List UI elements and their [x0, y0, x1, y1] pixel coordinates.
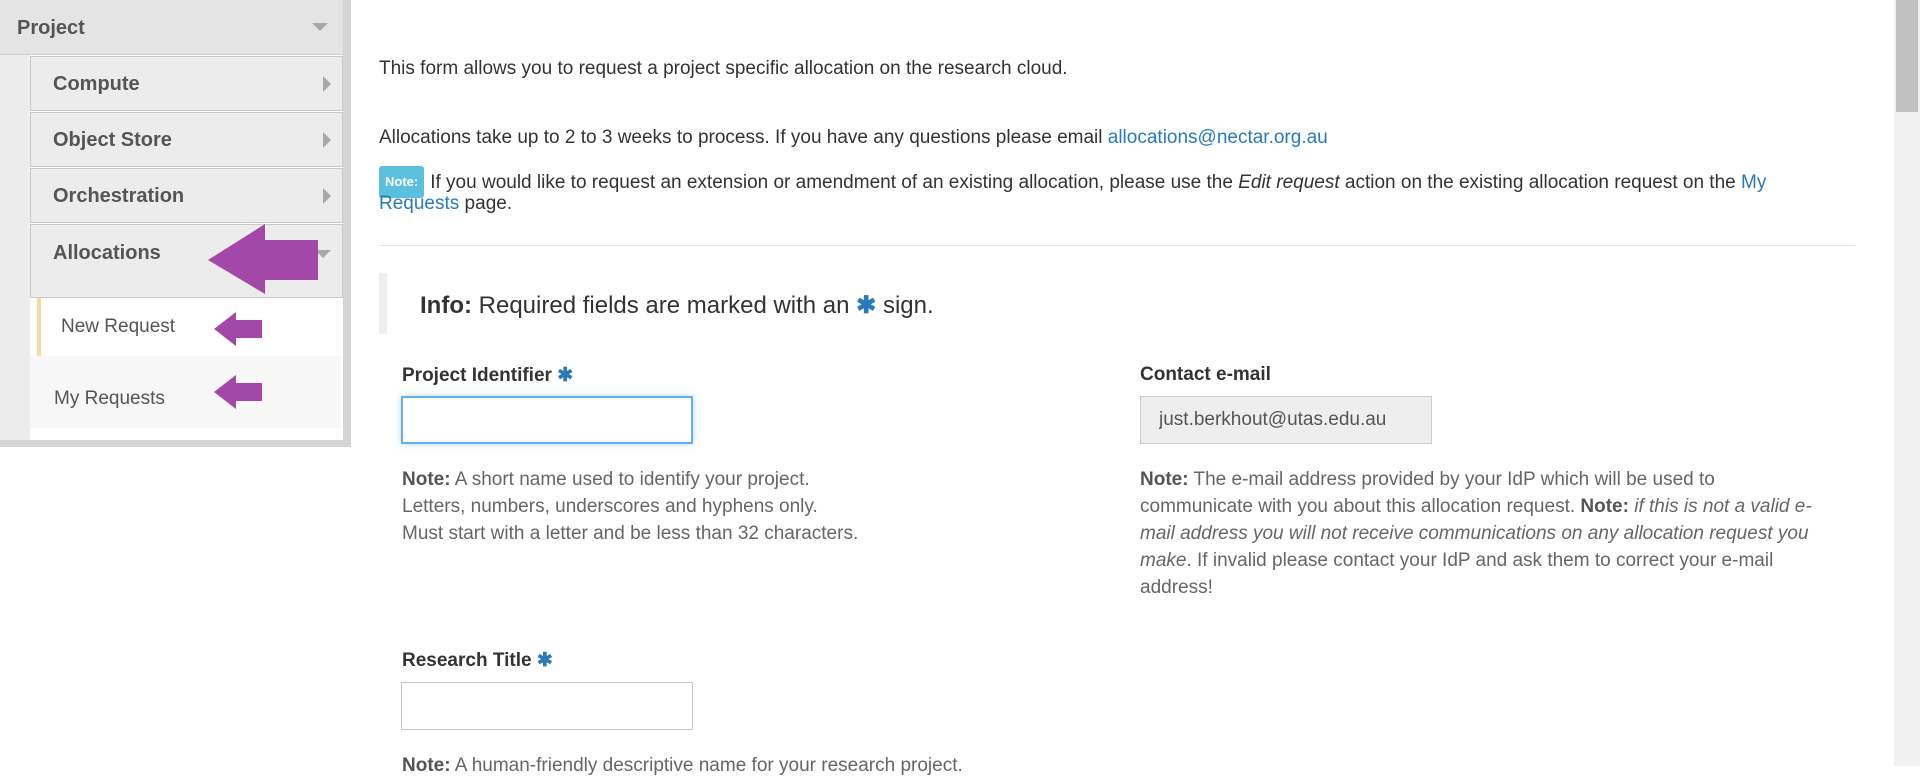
sidebar-item-new-request[interactable]: New Request [37, 298, 348, 356]
project-identifier-label: Project Identifier ✱ [402, 364, 573, 387]
help-text-italic: make [1140, 550, 1187, 571]
research-title-label-text: Research Title [402, 650, 532, 671]
scrollbar-thumb[interactable] [1896, 0, 1918, 112]
project-identifier-input[interactable] [401, 396, 693, 444]
help-line: Must start with a letter and be less tha… [402, 523, 859, 544]
note-emphasis: Edit request [1238, 172, 1340, 193]
sidebar: Project Compute Object Store Orchestrati… [0, 0, 351, 447]
project-identifier-help: Note: A short name used to identify your… [402, 466, 858, 547]
help-text: The e-mail address provided by your IdP … [1188, 469, 1715, 490]
help-note-label: Note: [1580, 496, 1629, 517]
help-text-italic: mail address you will not receive commun… [1140, 523, 1809, 544]
my-requests-link[interactable]: Requests [379, 193, 459, 214]
scrollbar-track[interactable] [1894, 0, 1920, 766]
required-asterisk-icon: ✱ [536, 650, 553, 671]
arrow-left-icon [214, 375, 262, 409]
help-line: Letters, numbers, underscores and hyphen… [402, 496, 818, 517]
sidebar-edge [343, 0, 351, 447]
chevron-right-icon [323, 76, 331, 92]
chevron-right-icon [323, 188, 331, 204]
sidebar-item-label: Allocations [53, 242, 161, 264]
chevron-right-icon [323, 132, 331, 148]
help-note-label: Note: [1140, 469, 1189, 490]
sidebar-item-compute[interactable]: Compute [30, 56, 343, 111]
help-text: A short name used to identify your proje… [450, 469, 810, 490]
help-text-italic: if this is not a valid e- [1628, 496, 1812, 517]
amendment-note-cont: Requests page. [379, 193, 512, 215]
research-title-label: Research Title ✱ [402, 649, 553, 672]
info-text-part: sign. [876, 292, 934, 319]
help-note-label: Note: [402, 469, 451, 490]
contact-email-label: Contact e-mail [1140, 364, 1271, 385]
sidebar-edge [0, 440, 351, 447]
contact-email-field[interactable] [1140, 396, 1432, 444]
help-line: address! [1140, 577, 1213, 598]
sidebar-item-orchestration[interactable]: Orchestration [30, 168, 343, 223]
note-text: page. [459, 193, 513, 214]
contact-email-help: Note: The e-mail address provided by you… [1140, 466, 1860, 601]
divider [379, 245, 1855, 246]
help-line: Note: The e-mail address provided by you… [1140, 466, 1860, 493]
sidebar-project-label: Project [17, 17, 85, 39]
sidebar-item-label: My Requests [54, 388, 165, 409]
help-line: Note: A short name used to identify your… [402, 466, 858, 493]
info-text-part: Required fields are marked with an [471, 292, 857, 319]
sidebar-item-my-requests[interactable]: My Requests [30, 356, 341, 428]
required-asterisk-icon: ✱ [856, 292, 877, 319]
process-text: Allocations take up to 2 to 3 weeks to p… [379, 127, 1328, 149]
sidebar-item-label: Orchestration [53, 185, 185, 207]
note-text: action on the existing allocation reques… [1339, 172, 1741, 193]
sidebar-item-label: Compute [53, 73, 140, 95]
info-text: Info: Required fields are marked with an… [420, 291, 934, 320]
required-asterisk-icon: ✱ [557, 365, 574, 386]
help-line: communicate with you about this allocati… [1140, 493, 1860, 520]
help-text: communicate with you about this allocati… [1140, 496, 1581, 517]
intro-text: This form allows you to request a projec… [379, 58, 1068, 79]
sidebar-project-header[interactable]: Project [0, 0, 343, 55]
allocations-email-link[interactable]: allocations@nectar.org.au [1108, 127, 1328, 148]
process-text-label: Allocations take up to 2 to 3 weeks to p… [379, 127, 1108, 148]
sidebar-item-label: New Request [61, 316, 176, 337]
sidebar-item-object-store[interactable]: Object Store [30, 112, 343, 167]
arrow-left-icon [214, 312, 262, 346]
research-title-input[interactable] [401, 682, 693, 730]
help-line: mail address you will not receive commun… [1140, 520, 1860, 547]
sidebar-item-label: Object Store [53, 129, 172, 151]
arrow-left-icon [208, 224, 318, 294]
info-label: Info: [420, 292, 472, 319]
note-text: If you would like to request an extensio… [430, 172, 1239, 193]
amendment-note: Note: If you would like to request an ext… [379, 166, 1766, 198]
help-text: . If invalid please contact your IdP and… [1186, 550, 1774, 571]
project-identifier-label-text: Project Identifier [402, 365, 552, 386]
my-requests-link[interactable]: My [1741, 172, 1766, 193]
help-line: make. If invalid please contact your IdP… [1140, 547, 1860, 574]
sidebar-indent [0, 55, 30, 440]
info-box-bar [379, 273, 387, 334]
chevron-down-icon [312, 23, 328, 31]
